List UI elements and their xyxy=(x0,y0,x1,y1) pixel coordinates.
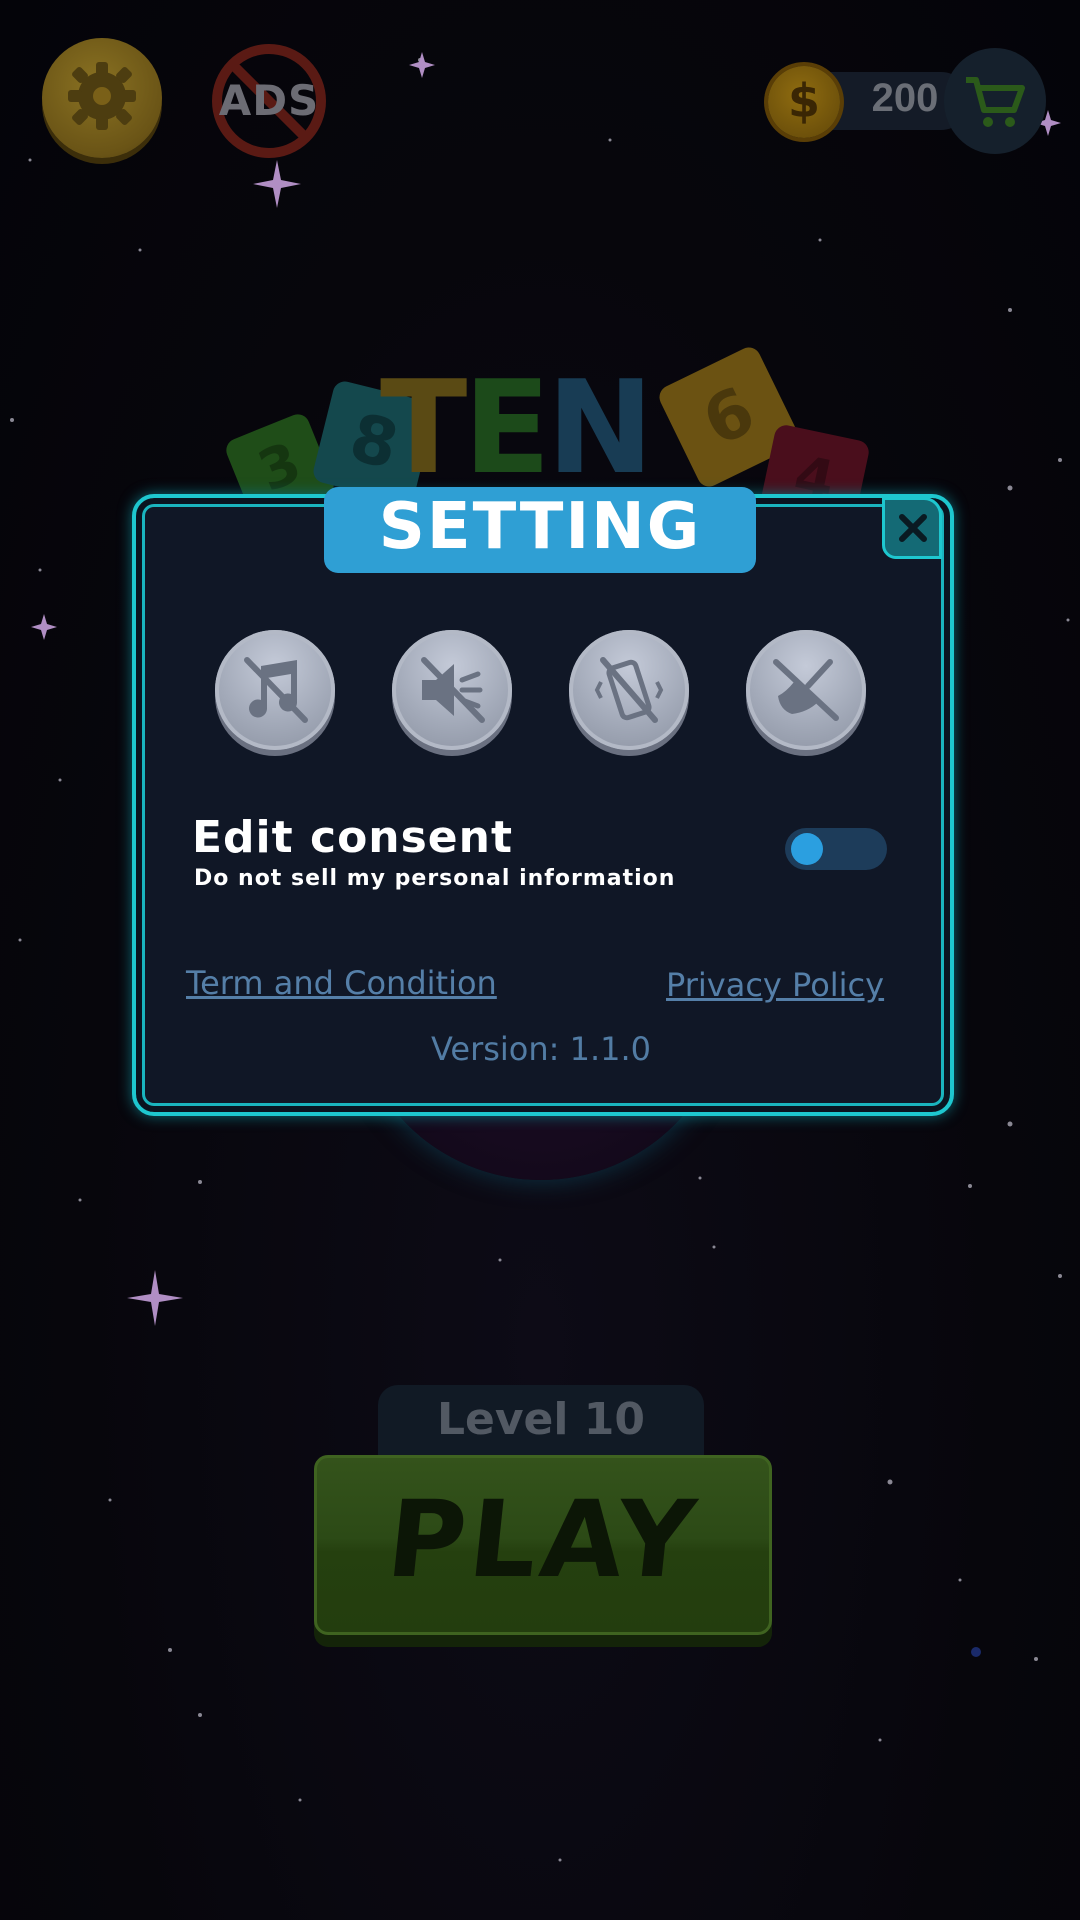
settings-dialog xyxy=(132,494,954,1116)
terms-link[interactable]: Term and Condition xyxy=(186,964,497,1002)
dialog-title: SETTING xyxy=(378,490,702,564)
sound-toggle-button[interactable] xyxy=(392,630,512,750)
close-button[interactable] xyxy=(882,497,942,559)
notification-toggle-button[interactable] xyxy=(746,630,866,750)
sound-off-icon xyxy=(421,657,485,723)
close-icon xyxy=(899,514,927,542)
logo-letter: E xyxy=(463,354,550,503)
consent-toggle-knob[interactable] xyxy=(791,833,823,865)
vibration-off-icon xyxy=(594,657,664,723)
version-label: Version: 1.1.0 xyxy=(430,1030,652,1068)
logo-letter: N xyxy=(546,354,654,503)
music-toggle-button[interactable] xyxy=(215,630,335,750)
play-label: PLAY xyxy=(381,1478,705,1601)
game-logo: 3 8 6 4 TEN xyxy=(0,0,1080,537)
notification-off-icon xyxy=(773,659,839,721)
consent-subtitle: Do not sell my personal information xyxy=(194,866,676,891)
vibration-toggle-button[interactable] xyxy=(569,630,689,750)
logo-letter: T xyxy=(380,354,467,503)
level-label: Level 10 xyxy=(436,1394,646,1445)
privacy-policy-link[interactable]: Privacy Policy xyxy=(666,966,884,1004)
consent-title: Edit consent xyxy=(192,812,514,863)
logo-title: TEN xyxy=(380,364,700,494)
music-off-icon xyxy=(244,657,308,723)
